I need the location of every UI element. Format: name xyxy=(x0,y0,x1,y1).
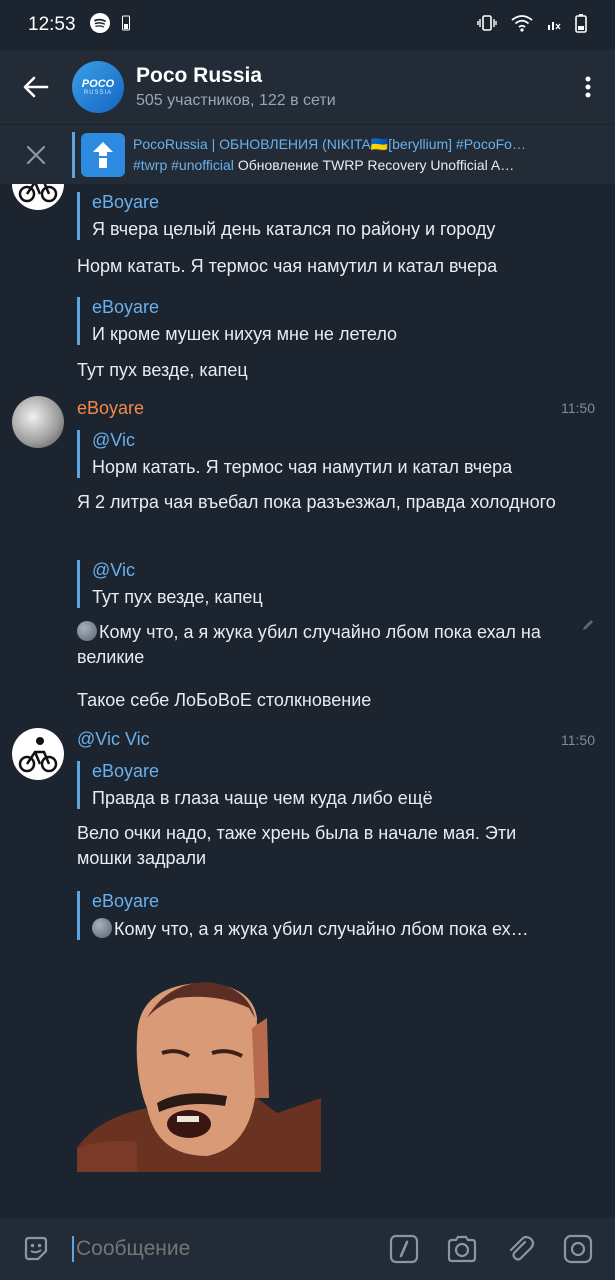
pinned-body: #twrp #unofficial Обновление TWRP Recove… xyxy=(133,157,583,173)
video-message-icon xyxy=(563,1234,593,1264)
reply-quote[interactable]: @Vic Тут пух везде, капец xyxy=(77,560,263,608)
chat-messages[interactable]: eBoyare Я вчера целый день катался по ра… xyxy=(0,184,615,1218)
slash-commands-icon xyxy=(389,1234,419,1264)
status-time: 12:53 xyxy=(28,14,76,35)
moon-emoji-icon xyxy=(92,918,112,938)
battery-icon xyxy=(575,13,587,38)
group-avatar[interactable]: POCO RUSSIA xyxy=(72,61,124,113)
message-text: Норм катать. Я термос чая намутил и ката… xyxy=(77,256,498,276)
message-time: 11:50 xyxy=(561,732,595,748)
reply-author: eBoyare xyxy=(92,761,160,781)
reply-text-content: Кому что, а я жука убил случайно лбом по… xyxy=(114,919,529,939)
chat-subtitle: 505 участников, 122 в сети xyxy=(136,92,336,109)
pinned-tags: #twrp #unofficial xyxy=(133,157,234,173)
pinned-message[interactable]: PocoRussia | ОБНОВЛЕНИЯ (NIKITA🇺🇦[beryll… xyxy=(0,124,615,184)
reply-text: Кому что, а я жука убил случайно лбом по… xyxy=(92,918,529,940)
signal-icon xyxy=(547,15,561,36)
pinned-title: PocoRussia | ОБНОВЛЕНИЯ (NIKITA🇺🇦[beryll… xyxy=(133,136,526,152)
vibrate-icon xyxy=(477,14,497,37)
camera-video-button[interactable] xyxy=(561,1232,595,1266)
reply-quote[interactable]: eBoyare И кроме мушек нихуя мне не летел… xyxy=(77,297,397,345)
sender-name[interactable]: @Vic Vic xyxy=(77,729,150,750)
pinned-accent-bar xyxy=(72,131,75,178)
chat-header: POCO RUSSIA Poco Russia 505 участников, … xyxy=(0,50,615,124)
sender-name[interactable]: eBoyare xyxy=(77,398,144,419)
avatar-vic[interactable] xyxy=(12,728,64,780)
more-menu-button[interactable] xyxy=(561,50,615,124)
group-avatar-label: POCO xyxy=(81,78,115,90)
commands-button[interactable] xyxy=(387,1232,421,1266)
sticker-laughing-man[interactable] xyxy=(77,978,321,1172)
sticker-emoji-button[interactable] xyxy=(0,1218,72,1280)
pinned-text: Обновление TWRP Recovery Unofficial A… xyxy=(237,157,515,173)
message-input-bar xyxy=(0,1218,615,1280)
reply-author: eBoyare xyxy=(92,297,160,317)
message-text: Тут пух везде, капец xyxy=(77,360,248,380)
reply-quote[interactable]: eBoyare Кому что, а я жука убил случайно… xyxy=(77,891,529,940)
wifi-icon xyxy=(511,14,533,37)
cyclist-icon xyxy=(18,184,58,203)
avatar-eboyare[interactable] xyxy=(12,396,64,448)
attach-button[interactable] xyxy=(503,1232,537,1266)
edited-pencil-icon xyxy=(581,618,595,637)
close-icon xyxy=(26,145,46,164)
chat-title: Poco Russia xyxy=(136,64,263,87)
reply-author: @Vic xyxy=(92,430,135,450)
avatar[interactable] xyxy=(12,184,64,210)
reply-text: Норм катать. Я термос чая намутил и ката… xyxy=(92,457,513,477)
reply-author: @Vic xyxy=(92,560,135,580)
message-input[interactable] xyxy=(76,1229,387,1269)
moon-emoji-icon xyxy=(77,621,97,641)
cyclist-icon xyxy=(18,737,58,773)
reply-author: eBoyare xyxy=(92,891,160,911)
reply-quote[interactable]: eBoyare Правда в глаза чаще чем куда либ… xyxy=(77,761,433,809)
arrow-left-icon xyxy=(23,76,49,98)
message-text: Вело очки надо, таже хрень была в начале… xyxy=(77,823,517,868)
sticker-icon xyxy=(24,1236,48,1261)
chat-info[interactable]: Poco Russia 505 участников, 122 в сети xyxy=(136,64,561,110)
back-button[interactable] xyxy=(0,50,72,124)
message-text: Я 2 литра чая въебал пока разъезжал, пра… xyxy=(77,492,556,512)
pinned-thumbnail xyxy=(81,132,125,177)
message-text: Такое себе ЛоБоВоЕ столкновение xyxy=(77,690,372,710)
reply-text: Правда в глаза чаще чем куда либо ещё xyxy=(92,788,433,808)
reply-text: И кроме мушек нихуя мне не летело xyxy=(92,324,398,344)
pinned-close-button[interactable] xyxy=(0,125,72,185)
group-avatar-sublabel: RUSSIA xyxy=(83,90,113,96)
message-time: 11:50 xyxy=(561,400,595,416)
twrp-logo-icon xyxy=(93,141,113,168)
camera-button[interactable] xyxy=(445,1232,479,1266)
reply-author: eBoyare xyxy=(92,192,160,212)
reply-text: Тут пух везде, капец xyxy=(92,587,263,607)
more-vertical-icon xyxy=(585,76,591,98)
camera-icon xyxy=(447,1235,477,1263)
status-bar: 12:53 xyxy=(0,0,615,50)
input-caret xyxy=(72,1236,74,1262)
message-text-content: Кому что, а я жука убил случайно лбом по… xyxy=(77,622,541,667)
message-text: Кому что, а я жука убил случайно лбом по… xyxy=(77,620,557,670)
reply-quote[interactable]: eBoyare Я вчера целый день катался по ра… xyxy=(77,192,495,240)
battery-small-icon xyxy=(121,15,130,36)
paperclip-icon xyxy=(509,1235,535,1261)
spotify-icon xyxy=(89,12,110,38)
reply-text: Я вчера целый день катался по району и г… xyxy=(92,219,496,239)
reply-quote[interactable]: @Vic Норм катать. Я термос чая намутил и… xyxy=(77,430,512,478)
